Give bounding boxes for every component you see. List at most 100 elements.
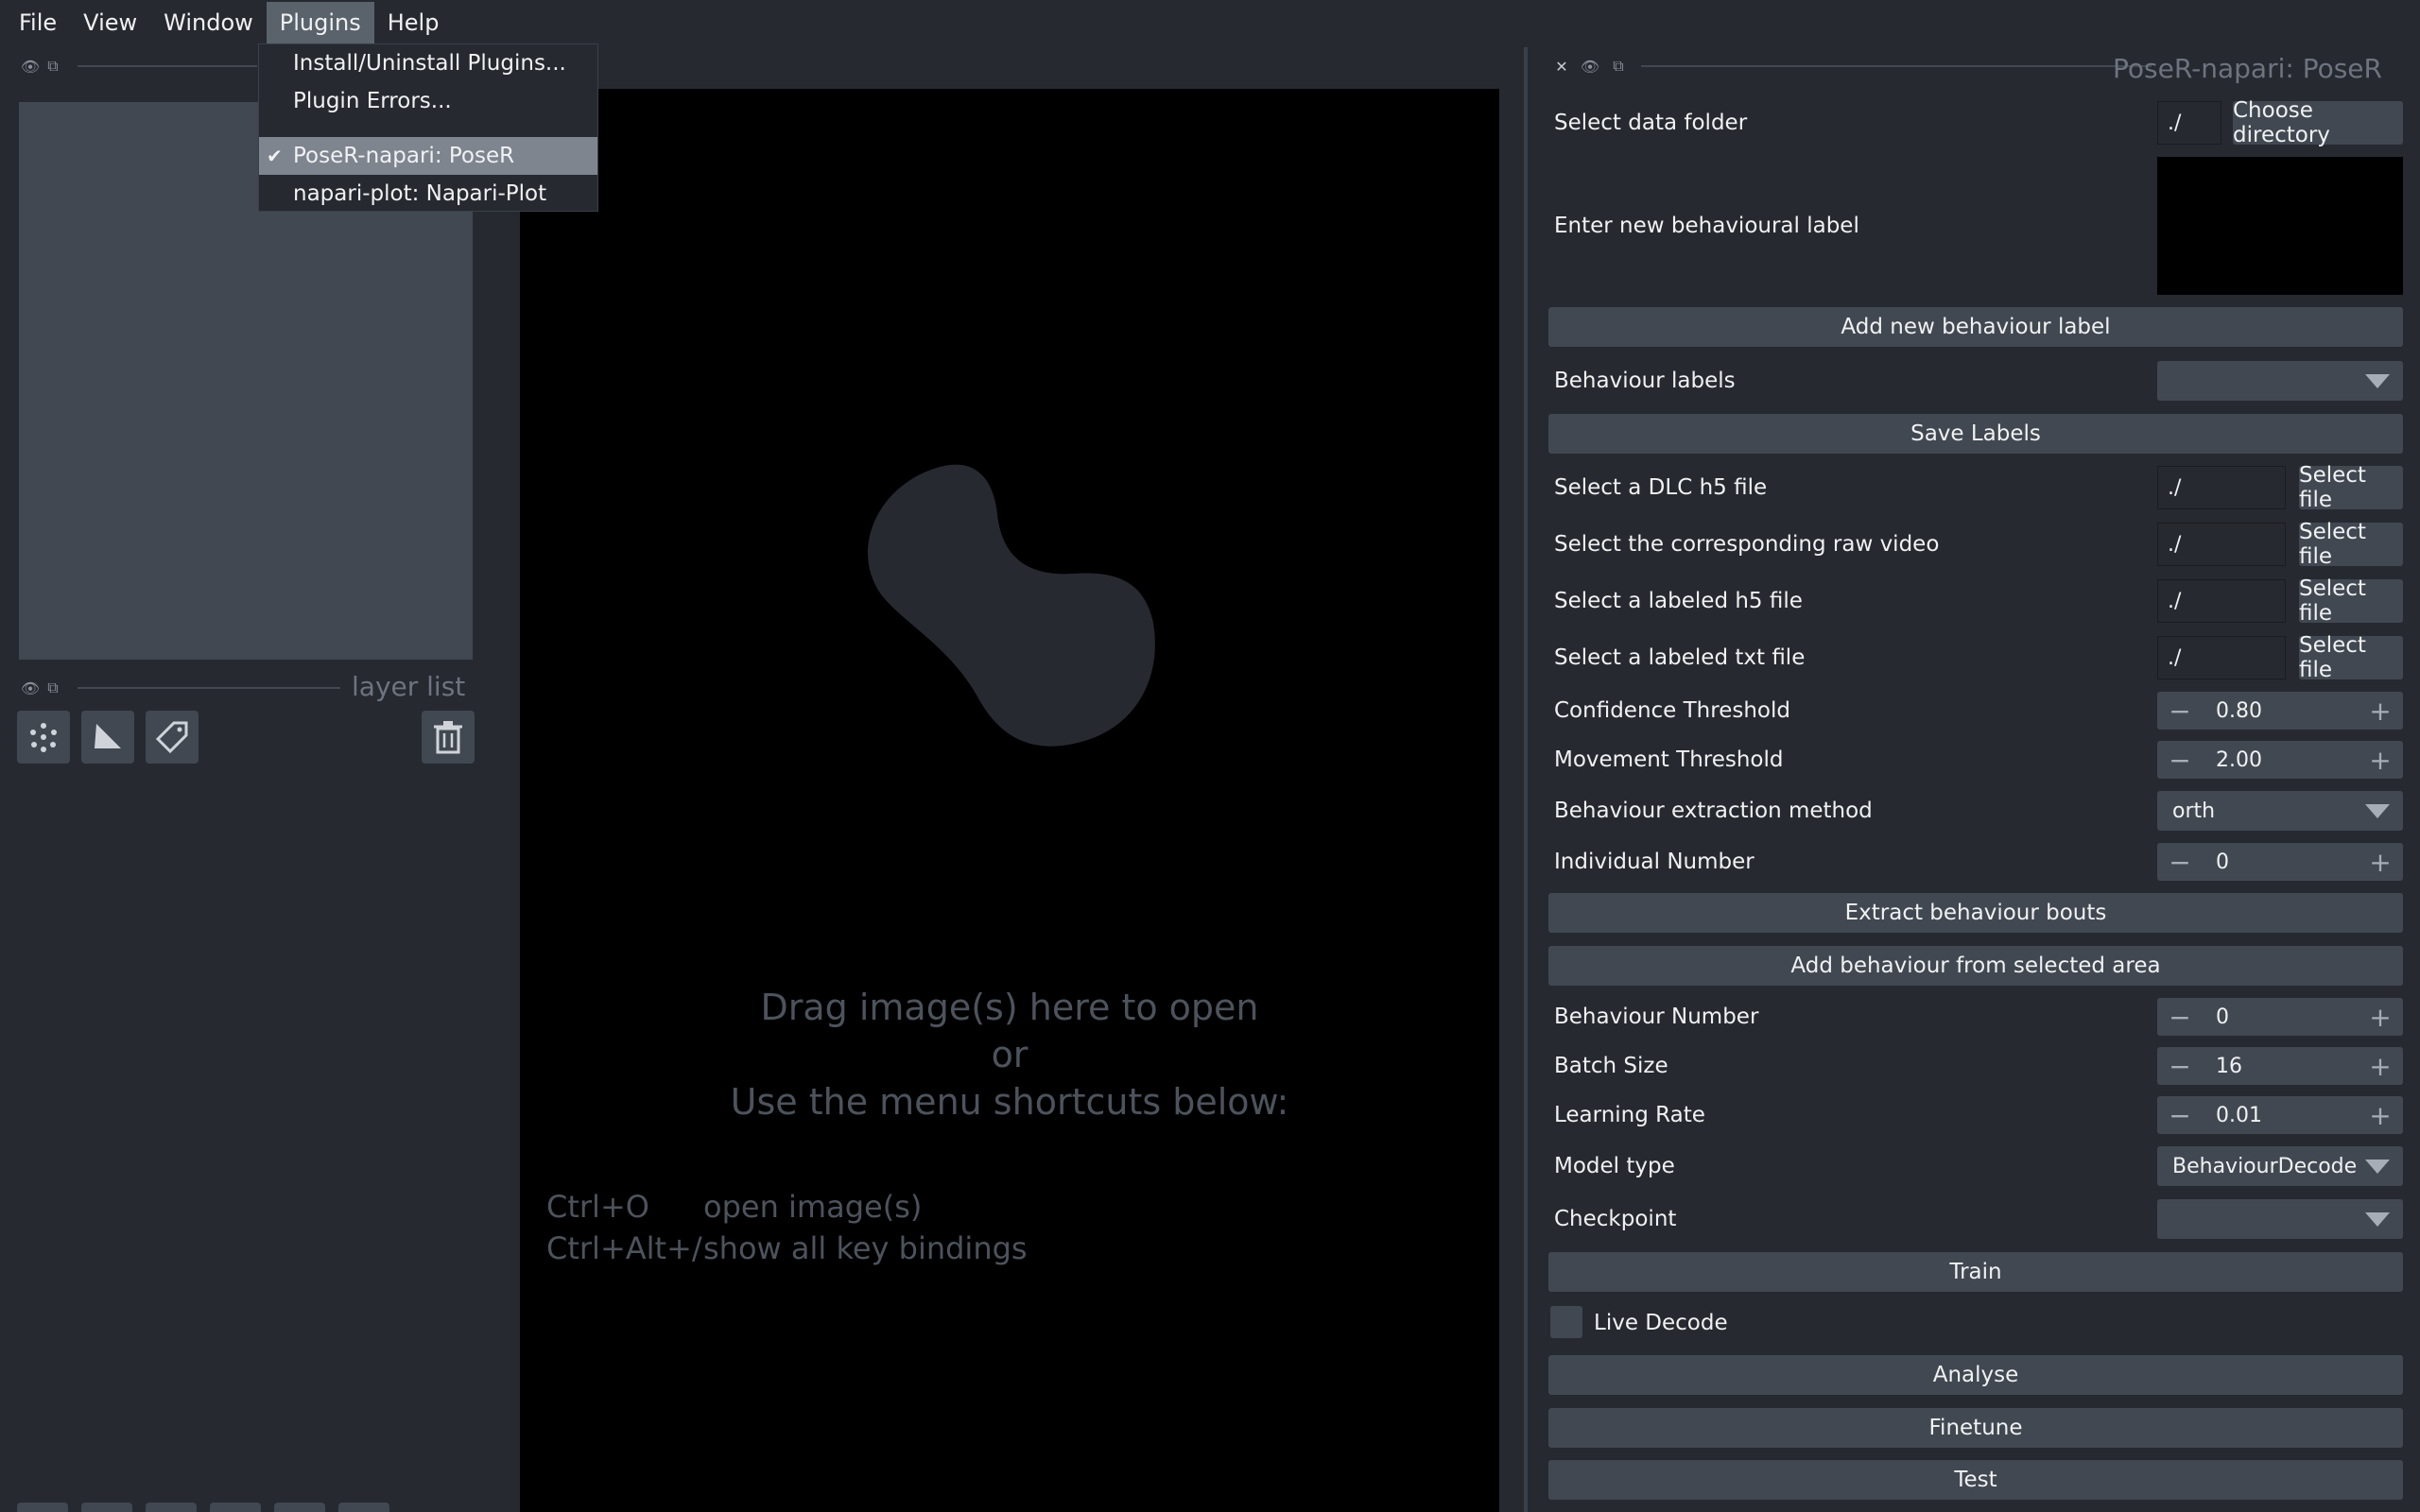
new-shapes-button[interactable] [81, 711, 134, 764]
extraction-method-label: Behaviour extraction method [1554, 799, 1873, 823]
console-button[interactable] [17, 1503, 68, 1512]
delete-layer-icon [434, 721, 462, 754]
model-type-label: Model type [1554, 1154, 1675, 1178]
test-button[interactable]: Test [1548, 1460, 2403, 1500]
learning-rate-value: 0.01 [2216, 1103, 2262, 1127]
home-button[interactable] [338, 1503, 389, 1512]
train-button[interactable]: Train [1548, 1252, 2403, 1292]
plugin-title: PoseR-napari: PoseR [2112, 53, 2382, 84]
choose-directory-button[interactable]: Choose directory [2233, 98, 2403, 147]
plus-icon[interactable]: + [2363, 741, 2397, 779]
new-labels-icon [155, 721, 188, 754]
welcome-line-1: Drag image(s) here to open [760, 987, 1259, 1028]
welcome-line-2: or [991, 1034, 1028, 1075]
finetune-button[interactable]: Finetune [1548, 1408, 2403, 1448]
add-behaviour-label-button[interactable]: Add new behaviour label [1548, 307, 2403, 347]
plus-icon[interactable]: + [2363, 1047, 2397, 1085]
behaviour-labels-select[interactable] [2157, 361, 2403, 401]
undock-icon[interactable]: ⧉ [1607, 55, 1630, 77]
menu-plugins[interactable]: Plugins [266, 2, 374, 43]
checkmark-icon: ✔ [267, 145, 283, 167]
confidence-threshold-label: Confidence Threshold [1554, 698, 1790, 723]
chevron-down-icon [2365, 374, 2390, 388]
new-points-icon [30, 723, 57, 752]
plugins-dropdown: Install/Uninstall Plugins... Plugin Erro… [258, 43, 598, 212]
shortcut-action-bindings: show all key bindings [703, 1230, 1028, 1266]
layer-list-label: layer list [352, 671, 466, 702]
raw-video-select-button[interactable]: Select file [2299, 520, 2403, 569]
dlc-h5-label: Select a DLC h5 file [1554, 475, 1768, 500]
new-points-button[interactable] [17, 711, 70, 764]
analyse-button[interactable]: Analyse [1548, 1355, 2403, 1395]
plus-icon[interactable]: + [2363, 843, 2397, 881]
extraction-method-value: orth [2172, 799, 2216, 823]
extraction-method-select[interactable]: orth [2157, 791, 2403, 831]
new-label-label: Enter new behavioural label [1554, 214, 1859, 238]
close-icon[interactable]: ✕ [1550, 55, 1573, 77]
dlc-h5-input[interactable]: ./ [2157, 466, 2286, 509]
menu-item-napari-plot[interactable]: napari-plot: Napari-Plot [259, 175, 597, 213]
learning-rate-spinbox[interactable]: − 0.01 + [2157, 1096, 2403, 1134]
menu-bar: File View Window Plugins Help [0, 0, 2420, 45]
canvas[interactable]: Drag image(s) here to open or Use the me… [520, 89, 1499, 1512]
shortcut-keys-open: Ctrl+O [546, 1189, 649, 1225]
minus-icon[interactable]: − [2163, 1096, 2197, 1134]
checkpoint-select[interactable] [2157, 1199, 2403, 1239]
napari-logo [867, 464, 1155, 747]
labeled-txt-select-button[interactable]: Select file [2299, 633, 2403, 682]
raw-video-label: Select the corresponding raw video [1554, 532, 1940, 557]
batch-size-spinbox[interactable]: − 16 + [2157, 1047, 2403, 1085]
individual-number-spinbox[interactable]: − 0 + [2157, 843, 2403, 881]
add-behaviour-from-area-button[interactable]: Add behaviour from selected area [1548, 946, 2403, 986]
ndisplay-button[interactable] [81, 1503, 132, 1512]
model-type-select[interactable]: BehaviourDecode [2157, 1146, 2403, 1186]
roll-dims-button[interactable] [146, 1503, 197, 1512]
undock-icon[interactable]: ⧉ [42, 55, 64, 77]
grid-button[interactable] [274, 1503, 325, 1512]
live-decode-checkbox[interactable] [1550, 1306, 1582, 1338]
new-label-input[interactable] [2157, 157, 2403, 295]
model-type-value: BehaviourDecode [2172, 1154, 2358, 1178]
plus-icon[interactable]: + [2363, 692, 2397, 730]
data-folder-label: Select data folder [1554, 111, 1748, 135]
transpose-button[interactable] [210, 1503, 261, 1512]
menu-help[interactable]: Help [374, 2, 453, 43]
menu-item-poser[interactable]: ✔ PoseR-napari: PoseR [259, 137, 597, 175]
data-folder-input[interactable]: ./ [2157, 101, 2221, 145]
labeled-h5-input[interactable]: ./ [2157, 579, 2286, 623]
plus-icon[interactable]: + [2363, 998, 2397, 1036]
layer-controls-title: 👁 ⧉ [19, 47, 64, 85]
minus-icon[interactable]: − [2163, 692, 2197, 730]
minus-icon[interactable]: − [2163, 843, 2197, 881]
individual-number-value: 0 [2216, 850, 2229, 874]
batch-size-label: Batch Size [1554, 1054, 1668, 1078]
title-divider [78, 687, 340, 689]
confidence-threshold-spinbox[interactable]: − 0.80 + [2157, 692, 2403, 730]
labeled-txt-input[interactable]: ./ [2157, 636, 2286, 679]
labeled-h5-select-button[interactable]: Select file [2299, 576, 2403, 626]
float-icon[interactable]: 👁 [19, 55, 42, 77]
menu-item-plugin-errors[interactable]: Plugin Errors... [259, 82, 597, 120]
minus-icon[interactable]: − [2163, 998, 2197, 1036]
menu-file[interactable]: File [6, 2, 70, 43]
delete-layer-button[interactable] [422, 711, 475, 764]
raw-video-input[interactable]: ./ [2157, 523, 2286, 566]
extract-behaviour-bouts-button[interactable]: Extract behaviour bouts [1548, 893, 2403, 933]
float-icon[interactable]: 👁 [19, 677, 42, 699]
menu-item-poser-label: PoseR-napari: PoseR [293, 144, 515, 168]
save-labels-button[interactable]: Save Labels [1548, 414, 2403, 454]
plus-icon[interactable]: + [2363, 1096, 2397, 1134]
menu-window[interactable]: Window [150, 2, 267, 43]
new-labels-button[interactable] [146, 711, 199, 764]
undock-icon[interactable]: ⧉ [42, 677, 64, 699]
movement-threshold-spinbox[interactable]: − 2.00 + [2157, 741, 2403, 779]
dlc-h5-select-button[interactable]: Select file [2299, 463, 2403, 512]
menu-item-install-plugins[interactable]: Install/Uninstall Plugins... [259, 44, 597, 82]
minus-icon[interactable]: − [2163, 1047, 2197, 1085]
layer-list-title: 👁 ⧉ [19, 669, 64, 707]
minus-icon[interactable]: − [2163, 741, 2197, 779]
dock-splitter[interactable] [1524, 47, 1528, 1512]
menu-view[interactable]: View [70, 2, 150, 43]
float-icon[interactable]: 👁 [1579, 55, 1601, 77]
behaviour-number-spinbox[interactable]: − 0 + [2157, 998, 2403, 1036]
